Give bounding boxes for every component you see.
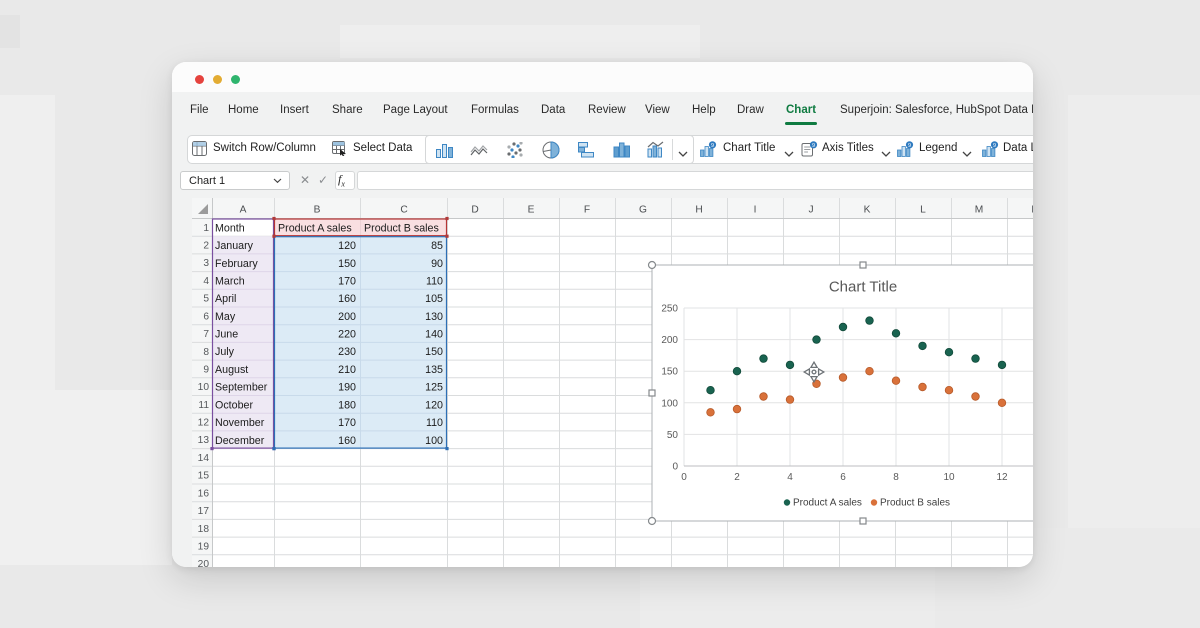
svg-text:180: 180 [338, 399, 356, 411]
svg-text:50: 50 [667, 430, 679, 441]
svg-text:December: December [215, 435, 265, 447]
svg-text:M: M [975, 205, 984, 216]
svg-text:E: E [528, 205, 535, 216]
svg-text:2: 2 [203, 241, 209, 252]
svg-text:19: 19 [198, 541, 210, 552]
svg-text:125: 125 [425, 382, 443, 394]
svg-text:7: 7 [203, 329, 209, 340]
svg-text:200: 200 [661, 335, 678, 346]
svg-text:Chart Title: Chart Title [829, 279, 897, 296]
svg-text:15: 15 [198, 471, 210, 482]
svg-text:9: 9 [908, 143, 911, 149]
svg-text:January: January [215, 240, 254, 252]
svg-text:2: 2 [734, 472, 740, 483]
svg-text:10: 10 [943, 472, 955, 483]
svg-text:250: 250 [661, 304, 678, 315]
svg-text:Month: Month [215, 222, 245, 234]
svg-text:160: 160 [338, 293, 356, 305]
svg-text:0: 0 [681, 472, 687, 483]
svg-text:12: 12 [996, 472, 1008, 483]
svg-text:17: 17 [198, 506, 210, 517]
svg-text:130: 130 [425, 311, 443, 323]
svg-text:K: K [864, 205, 871, 216]
svg-text:September: September [215, 382, 268, 394]
svg-text:F: F [584, 205, 590, 216]
svg-text:1: 1 [203, 223, 209, 234]
svg-text:August: August [215, 364, 248, 376]
svg-text:July: July [215, 346, 235, 358]
svg-text:5: 5 [203, 294, 209, 305]
svg-text:April: April [215, 293, 236, 305]
svg-text:Product B sales: Product B sales [364, 222, 439, 234]
svg-text:12: 12 [198, 418, 210, 429]
svg-text:170: 170 [338, 275, 356, 287]
svg-text:0: 0 [672, 462, 678, 473]
svg-text:October: October [215, 399, 253, 411]
svg-text:B: B [314, 205, 321, 216]
svg-text:160: 160 [338, 435, 356, 447]
svg-text:190: 190 [338, 382, 356, 394]
svg-text:I: I [754, 205, 757, 216]
svg-text:Product A sales: Product A sales [278, 222, 352, 234]
svg-text:220: 220 [338, 329, 356, 341]
svg-text:6: 6 [840, 472, 846, 483]
svg-text:C: C [400, 205, 407, 216]
svg-text:120: 120 [338, 240, 356, 252]
svg-text:H: H [695, 205, 702, 216]
svg-text:135: 135 [425, 364, 443, 376]
svg-text:Product A sales: Product A sales [793, 498, 862, 509]
svg-text:13: 13 [198, 435, 210, 446]
svg-text:D: D [471, 205, 478, 216]
svg-text:6: 6 [203, 311, 209, 322]
svg-text:J: J [808, 205, 813, 216]
svg-text:150: 150 [661, 367, 678, 378]
svg-text:9: 9 [812, 143, 815, 149]
svg-text:L: L [920, 205, 926, 216]
svg-text:210: 210 [338, 364, 356, 376]
svg-text:105: 105 [425, 293, 443, 305]
svg-text:11: 11 [198, 400, 209, 411]
svg-text:100: 100 [425, 435, 443, 447]
svg-text:9: 9 [711, 143, 714, 149]
svg-text:230: 230 [338, 346, 356, 358]
svg-text:150: 150 [425, 346, 443, 358]
svg-text:9: 9 [203, 364, 209, 375]
svg-text:110: 110 [426, 417, 443, 429]
svg-text:10: 10 [198, 382, 210, 393]
svg-text:200: 200 [338, 311, 356, 323]
svg-text:85: 85 [431, 240, 443, 252]
svg-text:November: November [215, 417, 265, 429]
svg-text:140: 140 [425, 329, 443, 341]
svg-text:100: 100 [661, 398, 678, 409]
svg-text:February: February [215, 258, 258, 270]
svg-text:120: 120 [425, 399, 443, 411]
svg-text:8: 8 [203, 347, 209, 358]
svg-text:G: G [639, 205, 647, 216]
svg-text:March: March [215, 275, 245, 287]
svg-text:20: 20 [198, 559, 210, 567]
svg-text:9: 9 [993, 143, 996, 149]
svg-text:N: N [1031, 205, 1033, 216]
svg-text:June: June [215, 329, 238, 341]
svg-text:18: 18 [198, 524, 210, 535]
svg-text:110: 110 [426, 275, 443, 287]
svg-text:A: A [240, 205, 247, 216]
svg-text:3: 3 [203, 258, 209, 269]
svg-text:May: May [215, 311, 236, 323]
svg-text:4: 4 [203, 276, 209, 287]
svg-text:16: 16 [198, 488, 210, 499]
svg-text:170: 170 [338, 417, 356, 429]
svg-text:150: 150 [338, 258, 356, 270]
svg-text:14: 14 [198, 453, 210, 464]
svg-text:4: 4 [787, 472, 793, 483]
svg-text:8: 8 [893, 472, 899, 483]
svg-text:90: 90 [431, 258, 443, 270]
svg-text:Product B sales: Product B sales [880, 498, 950, 509]
